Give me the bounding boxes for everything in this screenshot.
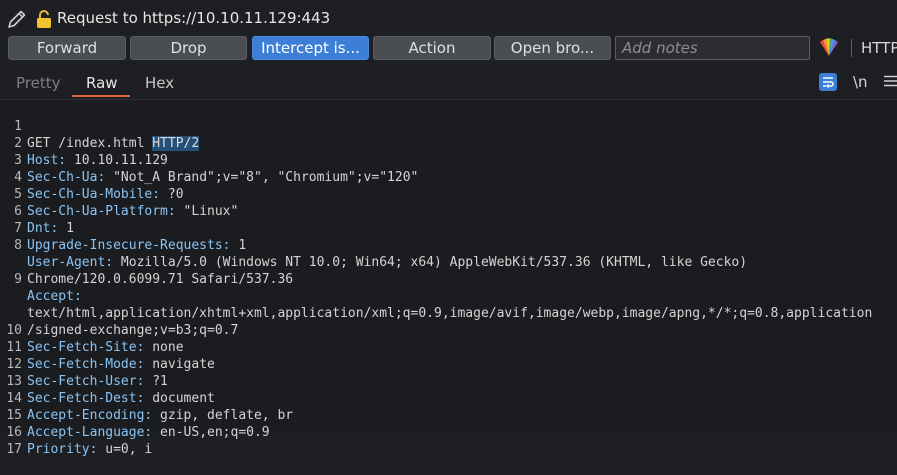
header-line: 6 Dnt: 1 <box>0 186 897 236</box>
header-line: 7 Upgrade-Insecure-Requests: 1 <box>0 203 897 253</box>
header-line: 5 Sec-Ch-Ua-Platform: "Linux" <box>0 169 897 219</box>
header-line: 11 Sec-Fetch-Mode: navigate <box>0 322 897 372</box>
line-number: 17 <box>6 442 22 457</box>
forward-button[interactable]: Forward <box>8 36 126 60</box>
highlight-color-icon[interactable] <box>817 36 841 60</box>
header-line: 14 Accept-Encoding: gzip, deflate, br <box>0 373 897 423</box>
intercept-toolbar: Forward Drop Intercept is... Action Open… <box>0 36 897 62</box>
raw-request-editor[interactable]: 1 GET /index.html HTTP/2 2 Host: 10.10.1… <box>0 99 897 457</box>
header-line: 13 Sec-Fetch-Dest: document <box>0 356 897 406</box>
header-line: 15 Accept-Language: en-US,en;q=0.9 <box>0 390 897 440</box>
title-bar: Request to https://10.10.11.129:443 <box>0 0 897 36</box>
empty-line: 17 <box>0 424 897 457</box>
header-continuation-line: Chrome/120.0.6099.71 Safari/537.36 <box>0 237 897 287</box>
header-continuation-line: text/html,application/xhtml+xml,applicat… <box>0 271 897 321</box>
action-button[interactable]: Action <box>373 36 491 60</box>
newline-toggle-icon[interactable]: \n <box>853 73 868 91</box>
unlocked-lock-icon <box>37 10 51 28</box>
menu-icon[interactable] <box>884 75 897 87</box>
word-wrap-icon[interactable] <box>819 73 837 91</box>
header-line: 2 Host: 10.10.11.129 <box>0 118 897 168</box>
header-value: u=0, i <box>97 442 153 457</box>
header-line: 4 Sec-Ch-Ua-Mobile: ?0 <box>0 152 897 202</box>
header-line: 8 User-Agent: Mozilla/5.0 (Windows NT 10… <box>0 220 897 270</box>
add-notes-input[interactable]: Add notes <box>615 36 810 60</box>
open-browser-button[interactable]: Open bro... <box>494 36 611 60</box>
request-title: Request to https://10.10.11.129:443 <box>57 9 331 27</box>
message-view-tabs: Pretty Raw Hex \n <box>0 70 897 98</box>
tab-pretty[interactable]: Pretty <box>16 74 61 92</box>
header-line: 10 Sec-Fetch-Site: none <box>0 305 897 355</box>
header-line: 9 Accept: <box>0 254 897 304</box>
drop-button[interactable]: Drop <box>130 36 247 60</box>
tab-raw[interactable]: Raw <box>86 74 118 92</box>
pencil-icon[interactable] <box>6 8 28 30</box>
header-line: 12 Sec-Fetch-User: ?1 <box>0 339 897 389</box>
active-tab-indicator <box>72 95 130 97</box>
tab-hex[interactable]: Hex <box>145 74 174 92</box>
header-continuation-line: /signed-exchange;v=b3;q=0.7 <box>0 288 897 338</box>
header-line: 3 Sec-Ch-Ua: "Not_A Brand";v="8", "Chrom… <box>0 135 897 185</box>
request-line: 1 GET /index.html HTTP/2 <box>0 101 897 151</box>
header-line: 16 Priority: u=0, i <box>0 407 897 457</box>
intercept-toggle-button[interactable]: Intercept is... <box>252 36 369 60</box>
http-protocol-label: HTTP <box>861 39 897 57</box>
toolbar-divider <box>851 39 852 57</box>
header-name: Priority: <box>27 442 98 457</box>
